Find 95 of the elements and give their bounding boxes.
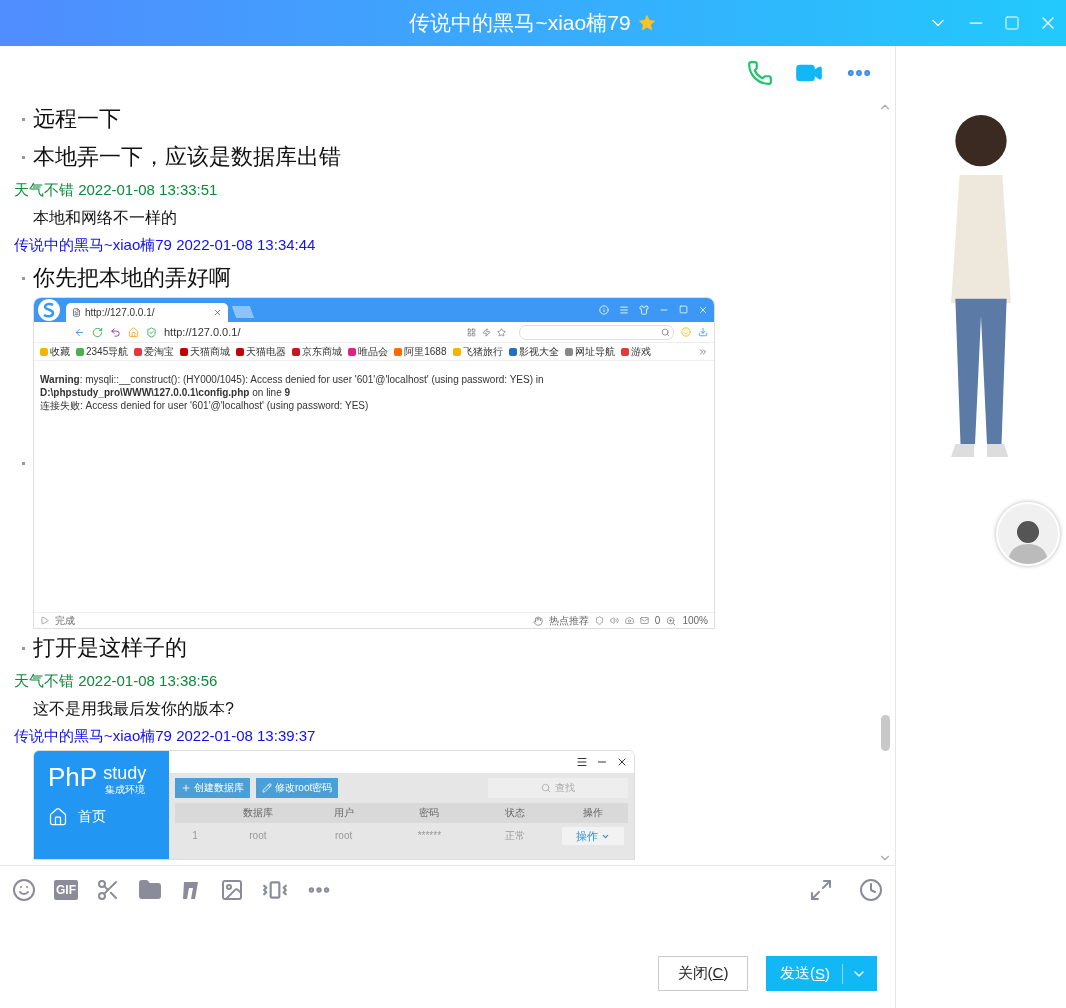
- sender-time: 传说中的黑马~xiao楠79 2022-01-08 13:39:37: [13, 726, 317, 746]
- message-text: 远程一下: [33, 105, 121, 133]
- bookmark-link[interactable]: 影视大全: [508, 344, 559, 359]
- bookmark-link[interactable]: 京东商城: [292, 344, 343, 359]
- sender-time: 天气不错 2022-01-08 13:38:56: [13, 671, 219, 691]
- status-text: 完成: [55, 613, 75, 628]
- shield-icon: [594, 616, 604, 625]
- bullet-mark: [22, 461, 25, 465]
- plus-icon: [181, 783, 191, 793]
- bookmark-link[interactable]: 游戏: [620, 344, 651, 359]
- zoom-text[interactable]: 100%: [682, 615, 708, 626]
- folder-icon[interactable]: [138, 878, 162, 902]
- phone-icon[interactable]: [747, 60, 773, 86]
- address-text[interactable]: http://127.0.0.1/: [164, 326, 241, 338]
- star-badge-icon: [636, 13, 657, 33]
- bullet-mark: [22, 117, 25, 121]
- count-text: 0: [654, 615, 661, 626]
- new-tab-icon[interactable]: [231, 306, 255, 318]
- emoji-icon[interactable]: [12, 878, 36, 902]
- bookmark-link[interactable]: 收藏: [40, 344, 70, 359]
- logo-tagline: 集成环境: [104, 783, 145, 797]
- bookmark-link[interactable]: 网址导航: [564, 344, 615, 359]
- star-icon: [497, 327, 506, 337]
- browser-tab[interactable]: http://127.0.0.1/: [66, 303, 228, 322]
- bookmark-link[interactable]: 飞猪旅行: [452, 344, 503, 359]
- close-icon: [698, 305, 708, 315]
- back-icon: [74, 326, 85, 338]
- window-title: 传说中的黑马~xiao楠79: [409, 10, 631, 36]
- error-message: 连接失败: Access denied for user '601'@'localhost' (using password: YES): [40, 399, 370, 412]
- warning-message: Warning: mysqli::__construct(): (HY000/1045): Access denied for user '601'@'localhost' (using password: YES) in D:\phpstudy_pro\WWW\127.0.0.1\config.php on line 9: [40, 373, 545, 399]
- message-text: 本地弄一下，应该是数据库出错: [33, 143, 341, 171]
- play-icon: [40, 616, 49, 625]
- download-icon: [698, 327, 708, 337]
- bullet-mark: [22, 276, 25, 280]
- close-button[interactable]: 关闭(C): [658, 956, 748, 991]
- refresh-icon: [92, 326, 103, 338]
- lightning-icon: [482, 327, 491, 337]
- bookmark-link[interactable]: 爱淘宝: [134, 344, 175, 359]
- logo-subtext: study: [103, 763, 147, 783]
- page-icon: [72, 308, 81, 317]
- shirt-icon: [639, 305, 649, 315]
- bookmark-link[interactable]: 阿里1688: [394, 344, 447, 359]
- info-icon: [599, 305, 609, 315]
- table-cell-text: 正常: [504, 829, 527, 843]
- table-cell-text: ******: [416, 829, 443, 843]
- undo-icon: [110, 326, 121, 338]
- column-header: 密码: [386, 803, 473, 823]
- search-field[interactable]: [519, 324, 674, 340]
- bookmark-link[interactable]: 天猫电器: [236, 344, 287, 359]
- mail-icon: [639, 616, 649, 625]
- column-header: 状态: [472, 803, 558, 823]
- scroll-thumb[interactable]: [880, 715, 890, 751]
- hot-link[interactable]: 热点推荐: [548, 613, 589, 628]
- close-icon: [616, 756, 628, 768]
- expand-icon[interactable]: [809, 878, 833, 902]
- close-icon: [213, 308, 222, 317]
- smiley-icon: [681, 327, 691, 337]
- search-icon: [661, 327, 670, 337]
- speaker-icon: [609, 616, 619, 625]
- scissors-icon[interactable]: [96, 878, 120, 902]
- bullet-mark: [22, 646, 25, 650]
- more-icon: [698, 346, 708, 357]
- message-text: 你先把本地的弄好啊: [33, 264, 231, 292]
- bookmark-link[interactable]: 唯品会: [348, 344, 389, 359]
- message-text: 本地和网络不一样的: [32, 208, 178, 228]
- table-cell-text: 1: [191, 829, 199, 843]
- column-header: 操作: [558, 803, 628, 823]
- sender-time: 传说中的黑马~xiao楠79 2022-01-08 13:34:44: [13, 235, 317, 255]
- column-header: 用户: [300, 803, 387, 823]
- home-icon: [128, 326, 139, 338]
- menu-icon: [619, 305, 629, 315]
- camera-icon: [624, 616, 634, 625]
- bullet-mark: [22, 155, 25, 159]
- history-icon[interactable]: [859, 878, 883, 902]
- message-text: 这不是用我最后发你的版本?: [32, 699, 235, 719]
- message-text: 打开是这样子的: [33, 634, 187, 662]
- home-icon: [48, 807, 68, 827]
- pencil-icon: [262, 783, 272, 793]
- bookmark-link[interactable]: 天猫商城: [180, 344, 231, 359]
- avatar-circle[interactable]: [996, 502, 1060, 566]
- logo-text: PhP: [48, 763, 98, 791]
- action-button[interactable]: 操作: [562, 827, 624, 845]
- search-icon: [541, 783, 551, 793]
- maximize-icon: [679, 305, 688, 314]
- menu-icon: [576, 756, 588, 768]
- bookmark-link[interactable]: 2345导航: [76, 344, 129, 359]
- hand-icon: [532, 615, 543, 626]
- shield-icon: [146, 326, 157, 338]
- sender-time: 天气不错 2022-01-08 13:33:51: [13, 180, 219, 200]
- grid-icon: [467, 327, 476, 337]
- image-icon[interactable]: [220, 878, 244, 902]
- table-cell-text: root: [334, 829, 354, 843]
- zoom-icon: [666, 615, 677, 626]
- column-header: 数据库: [215, 803, 301, 823]
- table-cell-text: root: [248, 829, 268, 843]
